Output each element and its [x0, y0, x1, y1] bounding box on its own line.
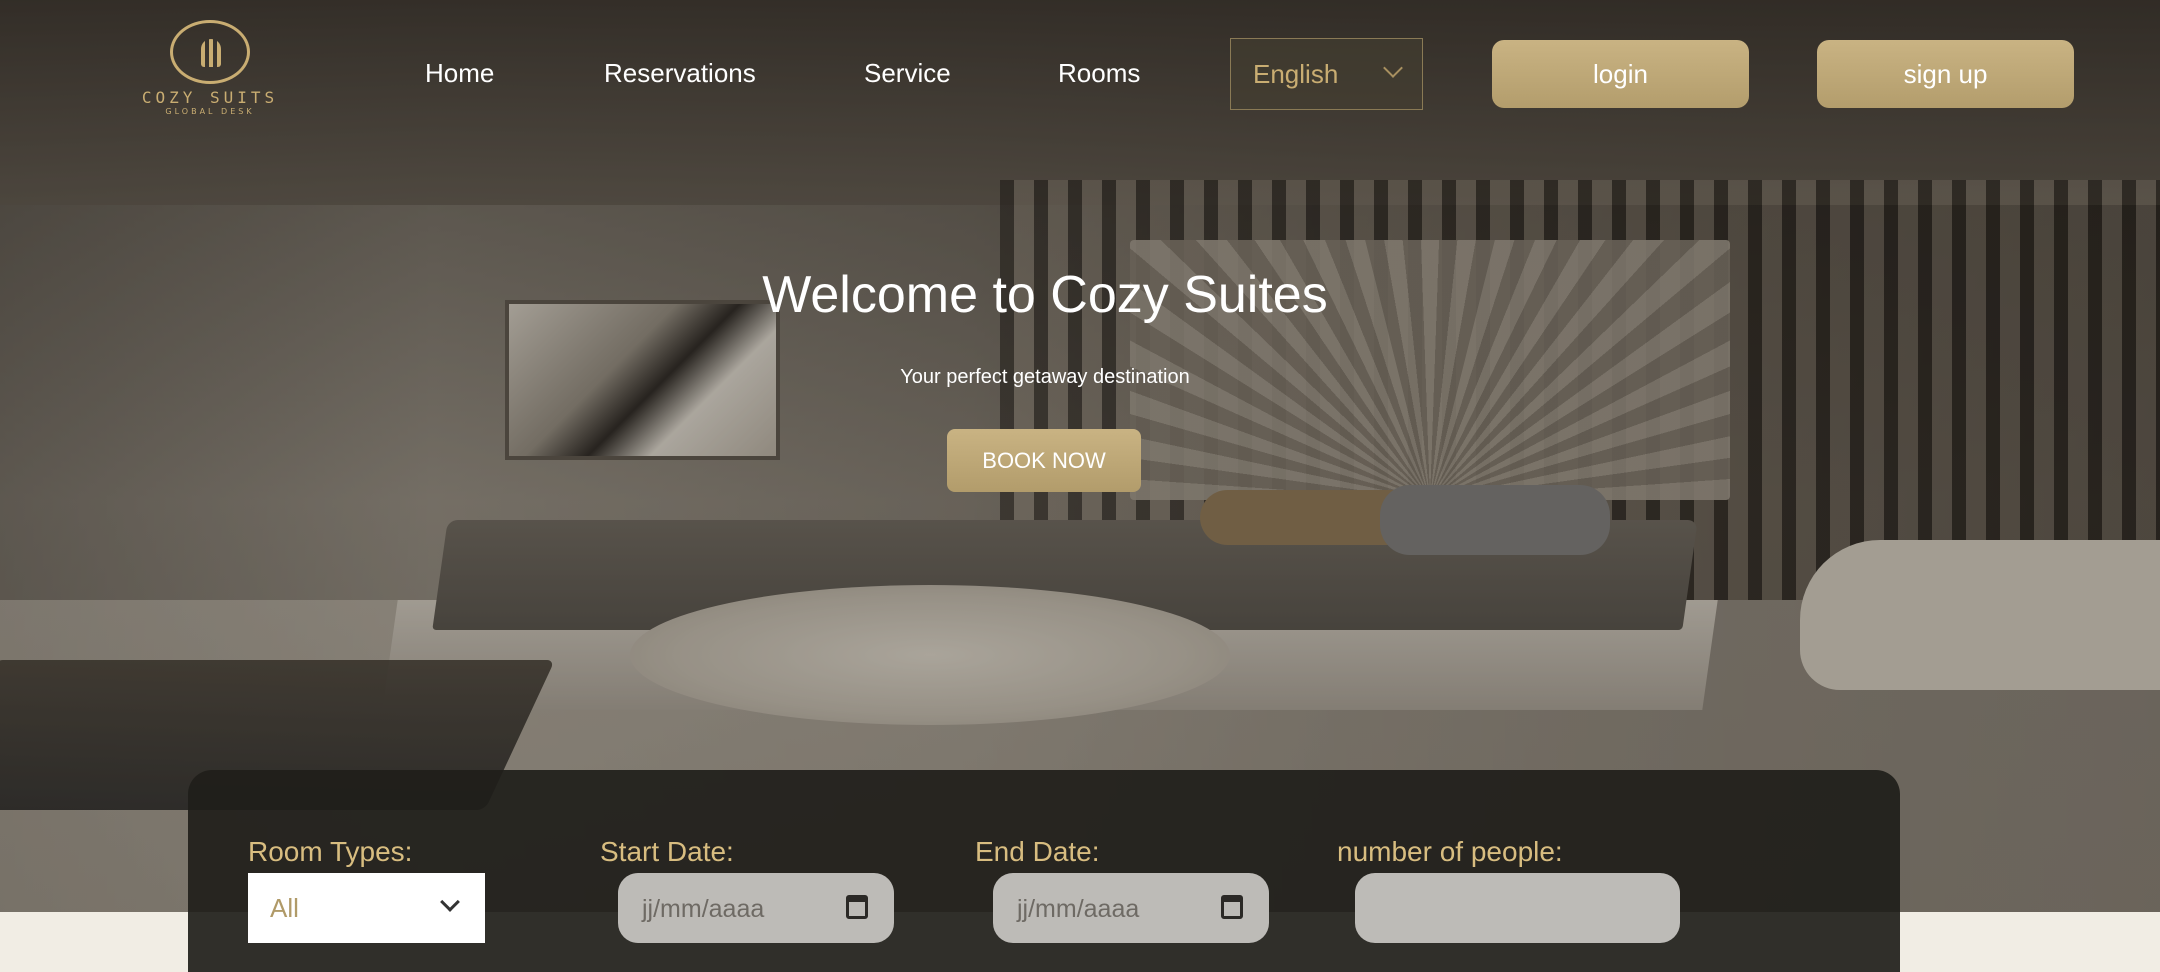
- people-label: number of people:: [1337, 836, 1563, 867]
- chevron-down-icon: [440, 892, 460, 912]
- end-date-label: End Date:: [975, 836, 1100, 867]
- brand-logo[interactable]: COZY SUITS GLOBAL DESK: [135, 20, 285, 125]
- page: COZY SUITS GLOBAL DESK Home Reservations…: [0, 0, 2160, 972]
- page-background-strip: [1900, 912, 2160, 972]
- nav-rooms-link[interactable]: Rooms: [1058, 58, 1140, 94]
- brand-tagline: GLOBAL DESK: [165, 107, 255, 116]
- start-date-input[interactable]: jj/mm/aaaa: [618, 873, 894, 943]
- signup-button[interactable]: sign up: [1817, 40, 2074, 108]
- room-types-value: All: [270, 893, 299, 923]
- nav-reservations-link[interactable]: Reservations: [604, 58, 756, 94]
- nav-home-link[interactable]: Home: [425, 58, 494, 94]
- end-date-input[interactable]: jj/mm/aaaa: [993, 873, 1269, 943]
- room-types-label: Room Types:: [248, 836, 413, 867]
- end-date-placeholder: jj/mm/aaaa: [1017, 895, 1140, 923]
- start-date-label: Start Date:: [600, 836, 734, 867]
- nav-service-link[interactable]: Service: [864, 58, 951, 94]
- calendar-icon[interactable]: [846, 895, 868, 919]
- chevron-down-icon: [1383, 58, 1403, 78]
- logo-emblem-icon: [170, 20, 250, 84]
- book-now-button[interactable]: BOOK NOW: [947, 429, 1141, 492]
- hero-title: Welcome to Cozy Suites: [762, 266, 1328, 324]
- calendar-icon[interactable]: [1221, 895, 1243, 919]
- language-select[interactable]: English: [1230, 38, 1423, 110]
- brand-name: COZY SUITS: [141, 88, 279, 107]
- start-date-placeholder: jj/mm/aaaa: [642, 895, 765, 923]
- hero-subtitle: Your perfect getaway destination: [900, 366, 1190, 388]
- language-value: English: [1253, 59, 1339, 89]
- page-background-strip: [0, 912, 188, 972]
- login-button[interactable]: login: [1492, 40, 1749, 108]
- people-input[interactable]: [1355, 873, 1680, 943]
- room-types-select[interactable]: All: [248, 873, 485, 943]
